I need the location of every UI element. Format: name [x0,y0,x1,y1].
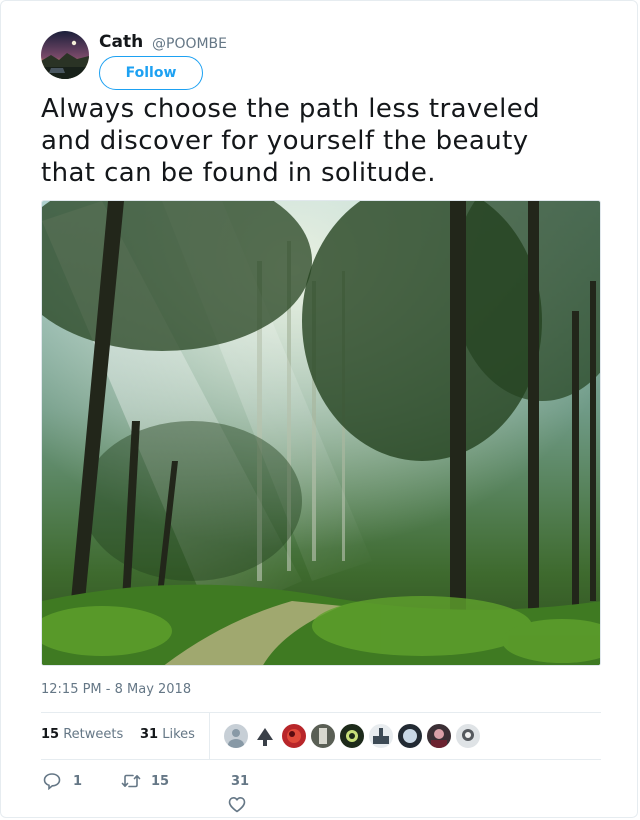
likes-count: 31 [140,727,159,742]
reply-icon [43,772,61,790]
liker-avatar[interactable] [310,723,336,749]
divider [41,759,601,760]
like-count-label[interactable]: 31 [231,774,249,789]
retweets-label: Retweets [63,727,124,742]
reply-count: 1 [73,773,83,789]
tweet-stats: 15 Retweets 31 Likes [41,713,601,759]
retweet-count: 15 [151,773,170,789]
like-count: 31 [231,774,250,789]
tweet-actions: 1 15 31 [41,769,601,817]
liker-avatar[interactable] [281,723,307,749]
retweets-stat[interactable]: 15 Retweets [41,727,123,742]
retweets-count: 15 [41,727,60,742]
reply-button[interactable]: 1 [43,772,82,790]
tweet-line: Always choose the path less traveled [41,94,541,124]
liker-avatar[interactable] [252,723,278,749]
tweet-text: Always choose the path less traveled and… [41,93,601,189]
follow-button[interactable]: Follow [99,56,203,90]
liker-avatar[interactable] [368,723,394,749]
retweet-icon [121,772,141,790]
tweet-card: Cath @POOMBE Follow Always choose the pa… [0,0,638,818]
tweet-timestamp[interactable]: 12:15 PM - 8 May 2018 [41,682,191,697]
liker-avatar[interactable] [397,723,423,749]
user-handle[interactable]: @POOMBE [152,36,227,52]
likes-stat[interactable]: 31 Likes [140,727,195,742]
liker-avatar[interactable] [455,723,481,749]
stats-separator [209,713,210,759]
tweet-line: that can be found in solitude. [41,158,436,188]
liker-avatar[interactable] [223,723,249,749]
heart-icon [228,796,246,813]
likes-label: Likes [162,727,195,742]
user-name[interactable]: Cath [99,32,143,52]
tweet-line: and discover for yourself the beauty [41,126,529,156]
tweet-photo[interactable] [41,200,601,666]
liker-avatar[interactable] [426,723,452,749]
retweet-button[interactable]: 15 [121,772,169,790]
liker-avatar[interactable] [339,723,365,749]
avatar[interactable] [41,31,89,79]
like-button[interactable] [228,796,246,813]
